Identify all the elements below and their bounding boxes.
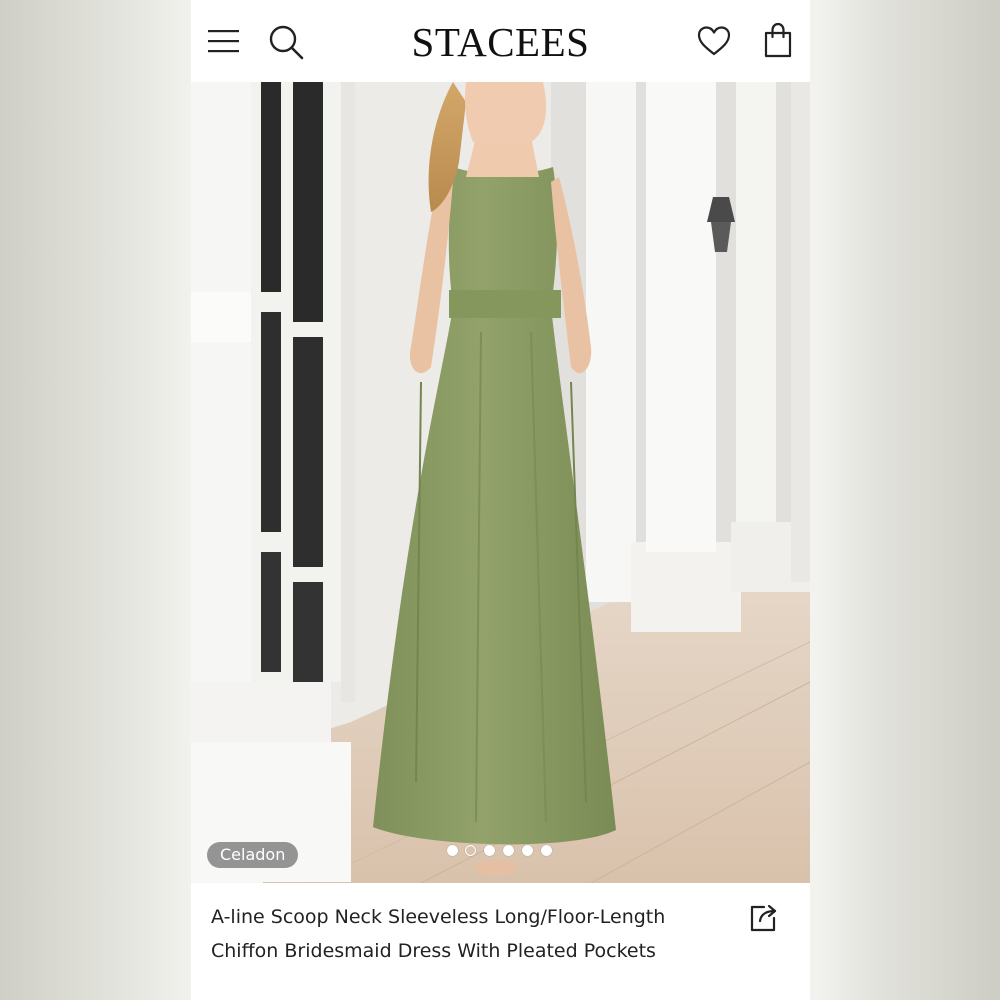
share-icon[interactable] bbox=[748, 903, 778, 933]
gallery-dot-active[interactable] bbox=[465, 845, 476, 856]
gallery-dot[interactable] bbox=[484, 845, 495, 856]
site-header: STACEES bbox=[191, 0, 810, 82]
product-title: A-line Scoop Neck Sleeveless Long/Floor-… bbox=[211, 906, 666, 962]
gallery-dot[interactable] bbox=[522, 845, 533, 856]
shopping-bag-icon[interactable] bbox=[763, 22, 793, 58]
gallery-dot[interactable] bbox=[503, 845, 514, 856]
mobile-page: STACEES Celadon A-line Scoop Neck Sleeve… bbox=[191, 0, 810, 1000]
gallery-dot[interactable] bbox=[447, 845, 458, 856]
color-name-badge: Celadon bbox=[207, 842, 299, 868]
gallery-dot[interactable] bbox=[541, 845, 552, 856]
heart-icon[interactable] bbox=[697, 26, 731, 56]
product-photo bbox=[191, 82, 810, 883]
product-image-gallery[interactable]: Celadon bbox=[191, 82, 810, 883]
